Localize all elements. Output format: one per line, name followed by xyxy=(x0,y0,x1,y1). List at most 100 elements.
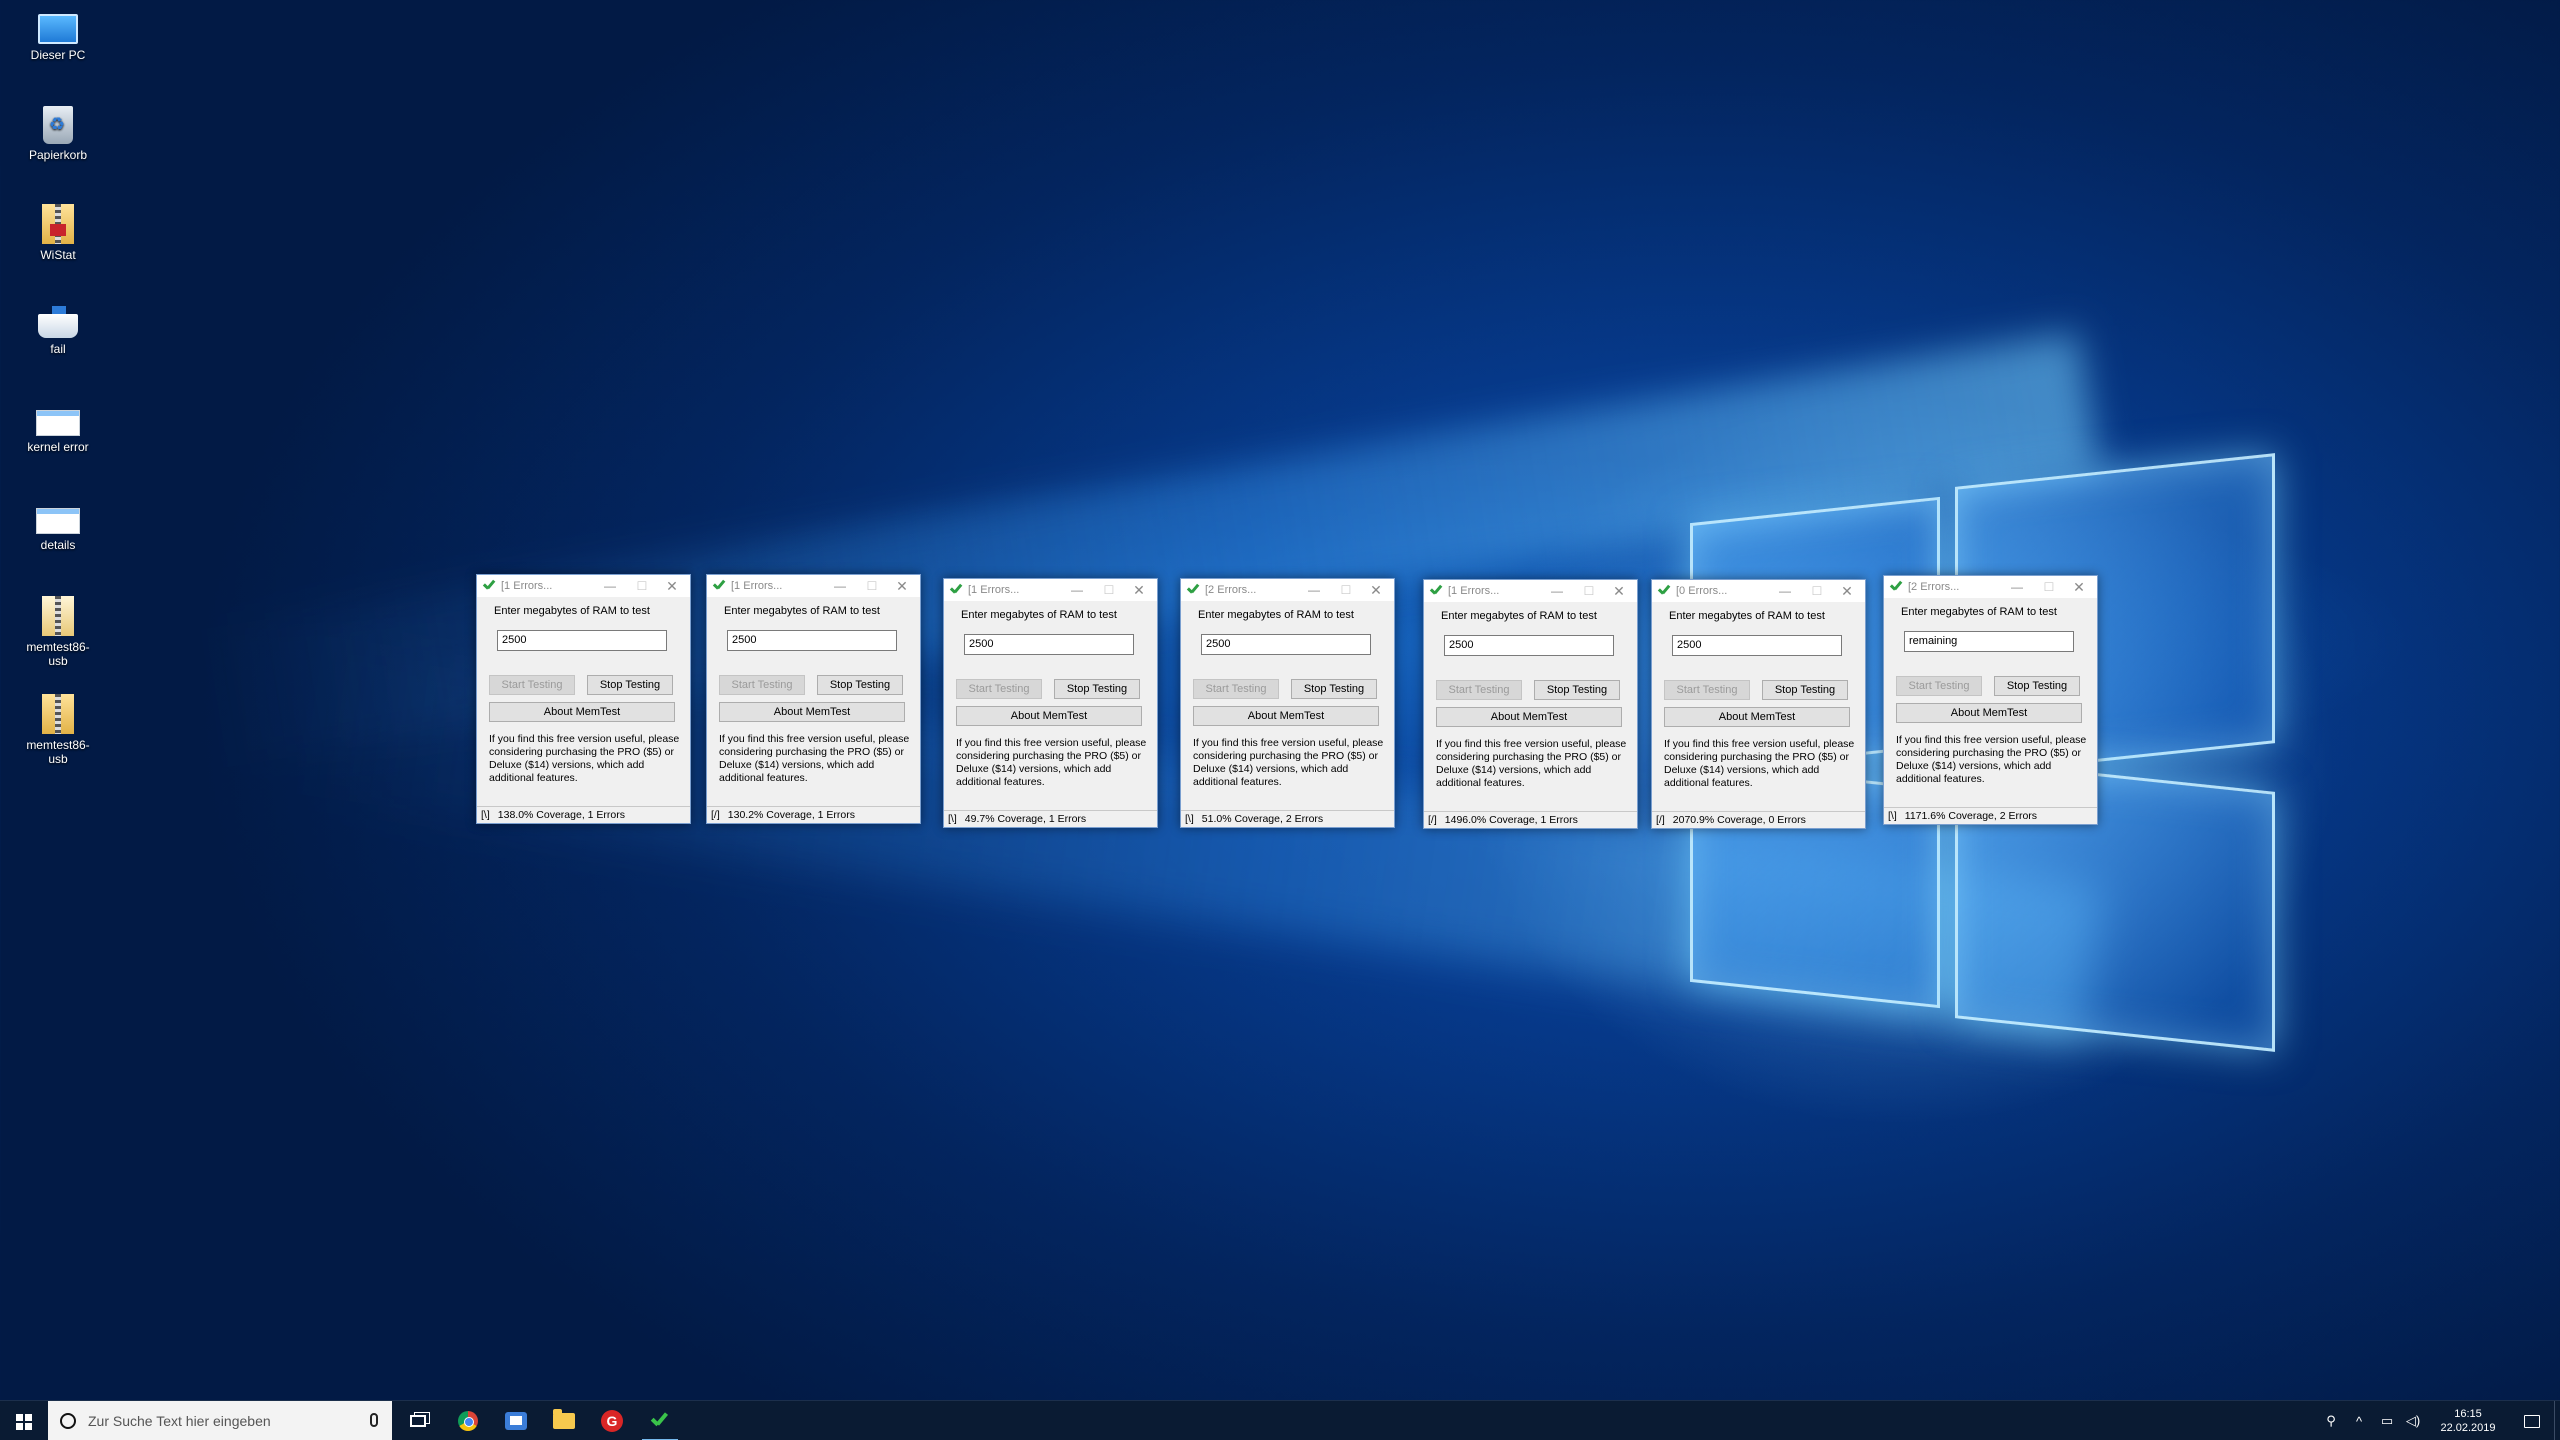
close-icon[interactable]: ✕ xyxy=(890,575,914,597)
stop-testing-button[interactable]: Stop Testing xyxy=(817,675,903,695)
desktop-icon-wistat[interactable]: WiStat xyxy=(18,204,98,262)
close-icon[interactable]: ✕ xyxy=(2067,576,2091,598)
ram-amount-input[interactable]: 2500 xyxy=(964,634,1134,655)
memtest-window[interactable]: [1 Errors... — ☐ ✕ Enter megabytes of RA… xyxy=(943,578,1158,828)
window-titlebar[interactable]: [0 Errors... — ☐ ✕ xyxy=(1652,580,1865,602)
info-text: If you find this free version useful, pl… xyxy=(719,733,910,784)
maximize-icon[interactable]: ☐ xyxy=(630,575,654,597)
start-testing-button[interactable]: Start Testing xyxy=(1664,680,1750,700)
minimize-icon[interactable]: — xyxy=(1302,579,1326,601)
desktop-icon-label: Dieser PC xyxy=(30,48,86,62)
taskbar-search[interactable]: Zur Suche Text hier eingeben xyxy=(48,1400,392,1440)
start-testing-button[interactable]: Start Testing xyxy=(719,675,805,695)
minimize-icon[interactable]: — xyxy=(2005,576,2029,598)
search-placeholder: Zur Suche Text hier eingeben xyxy=(88,1412,271,1429)
maximize-icon[interactable]: ☐ xyxy=(1334,579,1358,601)
memtest-window[interactable]: [2 Errors... — ☐ ✕ Enter megabytes of RA… xyxy=(1883,575,2098,825)
start-testing-button[interactable]: Start Testing xyxy=(1896,676,1982,696)
maximize-icon[interactable]: ☐ xyxy=(1097,579,1121,601)
taskbar-app-file-explorer[interactable] xyxy=(540,1401,588,1440)
maximize-icon[interactable]: ☐ xyxy=(860,575,884,597)
desktop-icon-dieser-pc[interactable]: Dieser PC xyxy=(18,8,98,62)
close-icon[interactable]: ✕ xyxy=(1364,579,1388,601)
about-memtest-button[interactable]: About MemTest xyxy=(1664,707,1850,727)
desktop-icon-memtest86-usb-zip[interactable]: memtest86-usb xyxy=(18,694,98,766)
ram-amount-input[interactable]: 2500 xyxy=(1201,634,1371,655)
about-memtest-button[interactable]: About MemTest xyxy=(1193,706,1379,726)
network-icon[interactable]: ▭ xyxy=(2374,1401,2400,1440)
window-titlebar[interactable]: [1 Errors... — ☐ ✕ xyxy=(477,575,690,597)
window-titlebar[interactable]: [2 Errors... — ☐ ✕ xyxy=(1884,576,2097,598)
about-memtest-button[interactable]: About MemTest xyxy=(1436,707,1622,727)
close-icon[interactable]: ✕ xyxy=(1127,579,1151,601)
ram-amount-input[interactable]: 2500 xyxy=(1444,635,1614,656)
chrome-icon xyxy=(458,1410,478,1431)
memtest-window[interactable]: [2 Errors... — ☐ ✕ Enter megabytes of RA… xyxy=(1180,578,1395,828)
ram-amount-input[interactable]: 2500 xyxy=(1672,635,1842,656)
desktop-icon-kernel-error[interactable]: kernel error xyxy=(18,400,98,454)
window-titlebar[interactable]: [2 Errors... — ☐ ✕ xyxy=(1181,579,1394,601)
minimize-icon[interactable]: — xyxy=(1773,580,1797,602)
maximize-icon[interactable]: ☐ xyxy=(2037,576,2061,598)
desktop-icon-memtest86-usb[interactable]: memtest86-usb xyxy=(18,596,98,668)
start-testing-button[interactable]: Start Testing xyxy=(489,675,575,695)
memtest-window[interactable]: [1 Errors... — ☐ ✕ Enter megabytes of RA… xyxy=(1423,579,1638,829)
clock-date: 22.02.2019 xyxy=(2440,1422,2496,1434)
about-memtest-button[interactable]: About MemTest xyxy=(1896,703,2082,723)
close-icon[interactable]: ✕ xyxy=(660,575,684,597)
minimize-icon[interactable]: — xyxy=(828,575,852,597)
close-icon[interactable]: ✕ xyxy=(1835,580,1859,602)
desktop-icon-label: Papierkorb xyxy=(28,148,88,162)
task-view-button[interactable] xyxy=(392,1401,444,1440)
window-titlebar[interactable]: [1 Errors... — ☐ ✕ xyxy=(944,579,1157,601)
desktop-icon-papierkorb[interactable]: Papierkorb xyxy=(18,106,98,162)
minimize-icon[interactable]: — xyxy=(1545,580,1569,602)
close-icon[interactable]: ✕ xyxy=(1607,580,1631,602)
status-bar: [/] 2070.9% Coverage, 0 Errors xyxy=(1652,811,1865,828)
memtest-icon xyxy=(1429,584,1443,598)
taskbar-app-red[interactable]: G xyxy=(588,1401,636,1440)
window-titlebar[interactable]: [1 Errors... — ☐ ✕ xyxy=(707,575,920,597)
action-center-button[interactable] xyxy=(2510,1401,2554,1440)
about-memtest-button[interactable]: About MemTest xyxy=(489,702,675,722)
desktop-icon-fail[interactable]: fail xyxy=(18,302,98,356)
start-button[interactable] xyxy=(0,1401,48,1440)
zip-folder-icon xyxy=(42,694,74,734)
ram-amount-input[interactable]: 2500 xyxy=(497,630,667,651)
memtest-window[interactable]: [1 Errors... — ☐ ✕ Enter megabytes of RA… xyxy=(706,574,921,824)
ram-amount-input[interactable]: 2500 xyxy=(727,630,897,651)
about-memtest-button[interactable]: About MemTest xyxy=(719,702,905,722)
stop-testing-button[interactable]: Stop Testing xyxy=(1291,679,1377,699)
maximize-icon[interactable]: ☐ xyxy=(1805,580,1829,602)
stop-testing-button[interactable]: Stop Testing xyxy=(1534,680,1620,700)
memtest-window[interactable]: [0 Errors... — ☐ ✕ Enter megabytes of RA… xyxy=(1651,579,1866,829)
window-titlebar[interactable]: [1 Errors... — ☐ ✕ xyxy=(1424,580,1637,602)
about-memtest-button[interactable]: About MemTest xyxy=(956,706,1142,726)
taskbar-app-thunderbird[interactable] xyxy=(492,1401,540,1440)
start-testing-button[interactable]: Start Testing xyxy=(956,679,1042,699)
stop-testing-button[interactable]: Stop Testing xyxy=(587,675,673,695)
stop-testing-button[interactable]: Stop Testing xyxy=(1994,676,2080,696)
window-title: [1 Errors... xyxy=(968,584,1020,596)
memtest-icon xyxy=(650,1411,670,1431)
microphone-icon[interactable] xyxy=(370,1412,378,1427)
volume-icon[interactable]: ◁) xyxy=(2400,1401,2426,1440)
stop-testing-button[interactable]: Stop Testing xyxy=(1762,680,1848,700)
start-testing-button[interactable]: Start Testing xyxy=(1436,680,1522,700)
status-spinner: [/] xyxy=(1428,814,1437,826)
taskbar-clock[interactable]: 16:15 22.02.2019 xyxy=(2426,1407,2510,1435)
maximize-icon[interactable]: ☐ xyxy=(1577,580,1601,602)
taskbar-app-chrome[interactable] xyxy=(444,1401,492,1440)
chevron-up-icon[interactable]: ^ xyxy=(2344,1401,2374,1440)
minimize-icon[interactable]: — xyxy=(598,575,622,597)
start-testing-button[interactable]: Start Testing xyxy=(1193,679,1279,699)
taskbar-app-memtest[interactable] xyxy=(636,1401,684,1440)
show-desktop-button[interactable] xyxy=(2554,1401,2560,1440)
stop-testing-button[interactable]: Stop Testing xyxy=(1054,679,1140,699)
ram-prompt-label: Enter megabytes of RAM to test xyxy=(494,605,650,617)
people-icon[interactable]: ⚲ xyxy=(2318,1401,2344,1440)
minimize-icon[interactable]: — xyxy=(1065,579,1089,601)
memtest-window[interactable]: [1 Errors... — ☐ ✕ Enter megabytes of RA… xyxy=(476,574,691,824)
ram-amount-input[interactable]: remaining xyxy=(1904,631,2074,652)
desktop-icon-details[interactable]: details xyxy=(18,498,98,552)
